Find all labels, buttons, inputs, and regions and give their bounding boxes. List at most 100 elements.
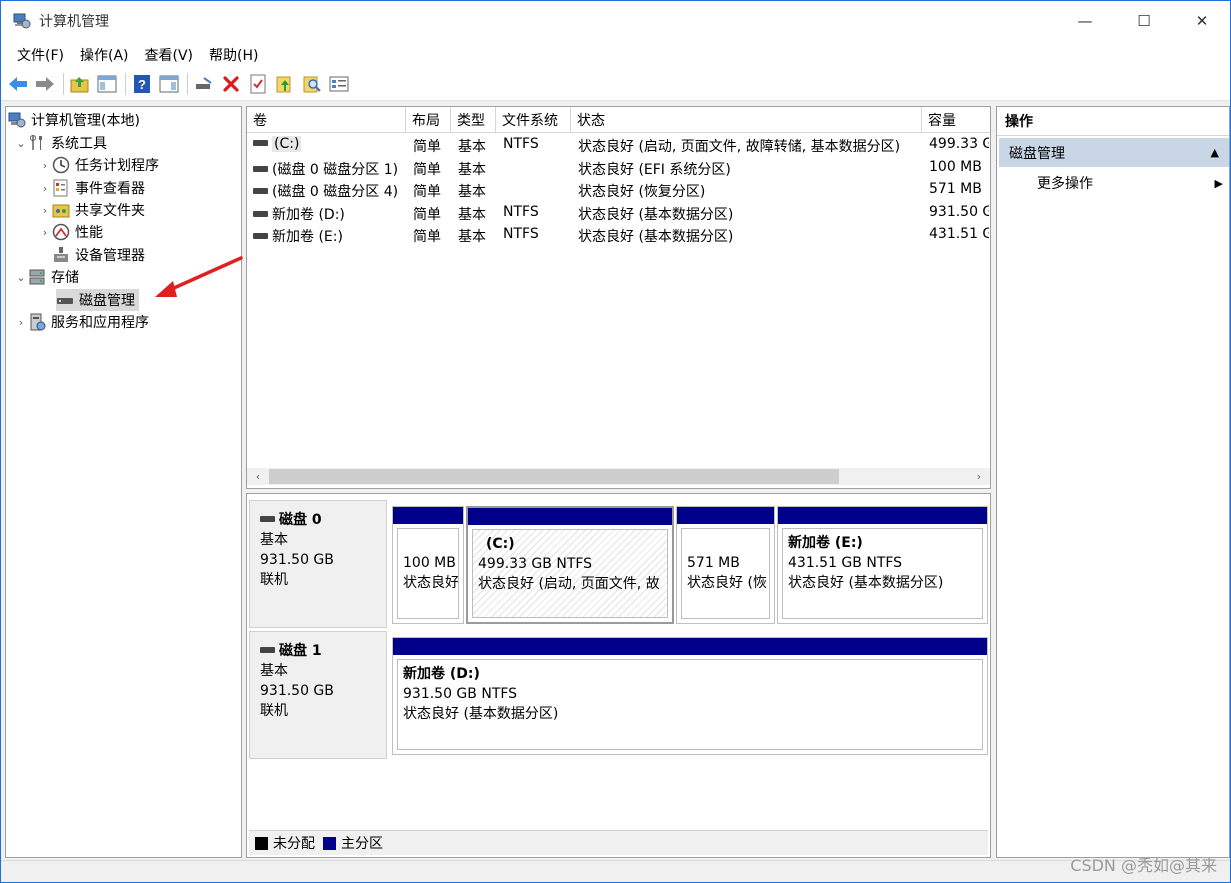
tree-item-label: 设备管理器 xyxy=(75,248,145,264)
disk-0-label[interactable]: 磁盘 0 基本 931.50 GB 联机 xyxy=(249,500,387,628)
partition-d[interactable]: 新加卷 (D:) 931.50 GB NTFS 状态良好 (基本数据分区) xyxy=(392,637,988,755)
properties-button[interactable] xyxy=(247,73,269,95)
drive-icon xyxy=(253,140,268,146)
column-header-filesystem[interactable]: 文件系统 xyxy=(496,107,571,133)
list-view-icon xyxy=(329,76,349,92)
disk-1-label[interactable]: 磁盘 1 基本 931.50 GB 联机 xyxy=(249,631,387,759)
more-actions-item[interactable]: 更多操作 ▶ xyxy=(1037,172,1227,194)
chevron-right-icon[interactable]: › xyxy=(14,316,28,329)
tree-item-event-viewer[interactable]: › 事件查看器 xyxy=(38,177,145,199)
menu-file[interactable]: 文件(F) xyxy=(9,45,72,65)
column-header-type[interactable]: 类型 xyxy=(451,107,496,133)
arrow-right-icon xyxy=(36,77,54,91)
horizontal-scrollbar[interactable]: ‹ › xyxy=(247,468,990,485)
table-row[interactable]: (磁盘 0 磁盘分区 1) 简单 基本 状态良好 (EFI 系统分区) 100 … xyxy=(247,157,990,179)
table-row[interactable]: (磁盘 0 磁盘分区 4) 简单 基本 状态良好 (恢复分区) 571 MB xyxy=(247,179,990,201)
window-title: 计算机管理 xyxy=(39,14,109,30)
chevron-right-icon[interactable]: › xyxy=(38,226,52,239)
column-header-layout[interactable]: 布局 xyxy=(406,107,451,133)
tree-item-label: 磁盘管理 xyxy=(79,293,135,309)
maximize-button[interactable]: ☐ xyxy=(1115,1,1173,41)
toolbar-separator xyxy=(125,73,126,95)
column-header-capacity[interactable]: 容量 xyxy=(922,107,990,133)
disk-graphical-view: 磁盘 0 基本 931.50 GB 联机 100 MB 状态良好 (C:) 49… xyxy=(246,493,991,858)
menu-bar: 文件(F) 操作(A) 查看(V) 帮助(H) xyxy=(1,41,1230,68)
storage-icon xyxy=(29,269,45,285)
submenu-arrow-icon: ▶ xyxy=(1214,176,1223,190)
up-level-button[interactable] xyxy=(69,73,91,95)
table-row[interactable]: 新加卷 (D:) 简单 基本 NTFS 状态良好 (基本数据分区) 931.50… xyxy=(247,202,990,224)
partition-c[interactable]: (C:) 499.33 GB NTFS 状态良好 (启动, 页面文件, 故 xyxy=(466,506,674,624)
partition-bar xyxy=(677,507,774,524)
annotation-arrow xyxy=(155,256,243,297)
search-button[interactable] xyxy=(301,73,323,95)
menu-view[interactable]: 查看(V) xyxy=(137,45,202,65)
tree-item-disk-management[interactable]: 磁盘管理 xyxy=(56,289,139,311)
help-button[interactable]: ? xyxy=(131,73,153,95)
disk-type: 基本 xyxy=(260,663,288,679)
show-action-pane-button[interactable] xyxy=(158,73,180,95)
actions-section-disk-management[interactable]: 磁盘管理 ▲ xyxy=(999,138,1229,167)
chevron-down-icon[interactable]: ⌄ xyxy=(14,137,28,150)
column-header-volume[interactable]: 卷 xyxy=(247,107,406,133)
partition-recovery[interactable]: 571 MB 状态良好 (恢 xyxy=(676,506,775,624)
tree-item-label: 服务和应用程序 xyxy=(51,315,149,331)
connect-drive-button[interactable] xyxy=(193,73,215,95)
chevron-right-icon[interactable]: › xyxy=(38,159,52,172)
disk-drive-icon xyxy=(57,298,73,304)
chevron-right-icon[interactable]: › xyxy=(38,204,52,217)
collapse-up-icon[interactable]: ▲ xyxy=(1211,146,1219,159)
delete-button[interactable] xyxy=(220,73,242,95)
new-item-button[interactable] xyxy=(274,73,296,95)
actions-header: 操作 xyxy=(997,107,1229,136)
tree-item-label: 任务计划程序 xyxy=(75,158,159,174)
status-bar xyxy=(1,860,1230,882)
scroll-right-icon[interactable]: › xyxy=(970,468,988,485)
actions-pane: 操作 磁盘管理 ▲ 更多操作 ▶ xyxy=(996,106,1230,858)
disk-type: 基本 xyxy=(260,532,288,548)
column-header-status[interactable]: 状态 xyxy=(571,107,922,133)
table-row[interactable]: (C:) 简单 基本 NTFS 状态良好 (启动, 页面文件, 故障转储, 基本… xyxy=(247,134,990,156)
minimize-button[interactable]: — xyxy=(1056,1,1114,41)
close-button[interactable]: ✕ xyxy=(1173,1,1231,41)
tree-item-system-tools[interactable]: ⌄ 系统工具 xyxy=(14,132,107,154)
drive-icon xyxy=(253,188,268,194)
title-bar: 计算机管理 — ☐ ✕ xyxy=(1,1,1230,41)
performance-icon xyxy=(52,223,70,241)
legend-primary: 主分区 xyxy=(341,836,383,852)
tree-item-label: 性能 xyxy=(75,225,103,241)
navigation-tree: 计算机管理(本地) ⌄ 系统工具 › 任务计划程序 › 事件查看器 › 共享文件… xyxy=(5,106,242,858)
back-button[interactable] xyxy=(7,73,29,95)
chevron-down-icon[interactable]: ⌄ xyxy=(14,271,28,284)
tree-item-label: 计算机管理(本地) xyxy=(31,113,140,129)
action-pane-icon xyxy=(159,75,179,93)
drive-connect-icon xyxy=(196,77,212,89)
menu-action[interactable]: 操作(A) xyxy=(72,45,137,65)
list-view-button[interactable] xyxy=(328,73,350,95)
scroll-left-icon[interactable]: ‹ xyxy=(249,468,267,485)
partition-e[interactable]: 新加卷 (E:) 431.51 GB NTFS 状态良好 (基本数据分区) xyxy=(777,506,988,624)
drive-icon xyxy=(253,166,268,172)
tree-item-shared-folders[interactable]: › 共享文件夹 xyxy=(38,199,145,221)
tree-item-root[interactable]: 计算机管理(本地) xyxy=(8,109,140,131)
console-tree-icon xyxy=(97,75,117,93)
svg-text:?: ? xyxy=(138,77,146,92)
tree-item-storage[interactable]: ⌄ 存储 xyxy=(14,266,79,288)
tree-item-device-manager[interactable]: 设备管理器 xyxy=(52,244,145,266)
tree-item-services-apps[interactable]: › 服务和应用程序 xyxy=(14,311,149,333)
chevron-right-icon[interactable]: › xyxy=(38,182,52,195)
show-hide-console-tree-button[interactable] xyxy=(96,73,118,95)
disk-icon xyxy=(260,647,275,653)
legend-unallocated: 未分配 xyxy=(273,836,315,852)
computer-management-window: 计算机管理 — ☐ ✕ 文件(F) 操作(A) 查看(V) 帮助(H) ? 计算… xyxy=(0,0,1231,883)
tree-item-performance[interactable]: › 性能 xyxy=(38,221,103,243)
table-row[interactable]: 新加卷 (E:) 简单 基本 NTFS 状态良好 (基本数据分区) 431.51… xyxy=(247,224,990,246)
event-viewer-icon xyxy=(53,179,68,197)
scrollbar-thumb[interactable] xyxy=(269,469,839,484)
tree-item-task-scheduler[interactable]: › 任务计划程序 xyxy=(38,154,159,176)
menu-help[interactable]: 帮助(H) xyxy=(201,45,266,65)
partition-efi[interactable]: 100 MB 状态良好 xyxy=(392,506,464,624)
volume-list: 卷 布局 类型 文件系统 状态 容量 (C:) 简单 基本 NTFS 状态良好 … xyxy=(246,106,991,489)
forward-button[interactable] xyxy=(34,73,56,95)
partition-bar xyxy=(468,508,672,525)
